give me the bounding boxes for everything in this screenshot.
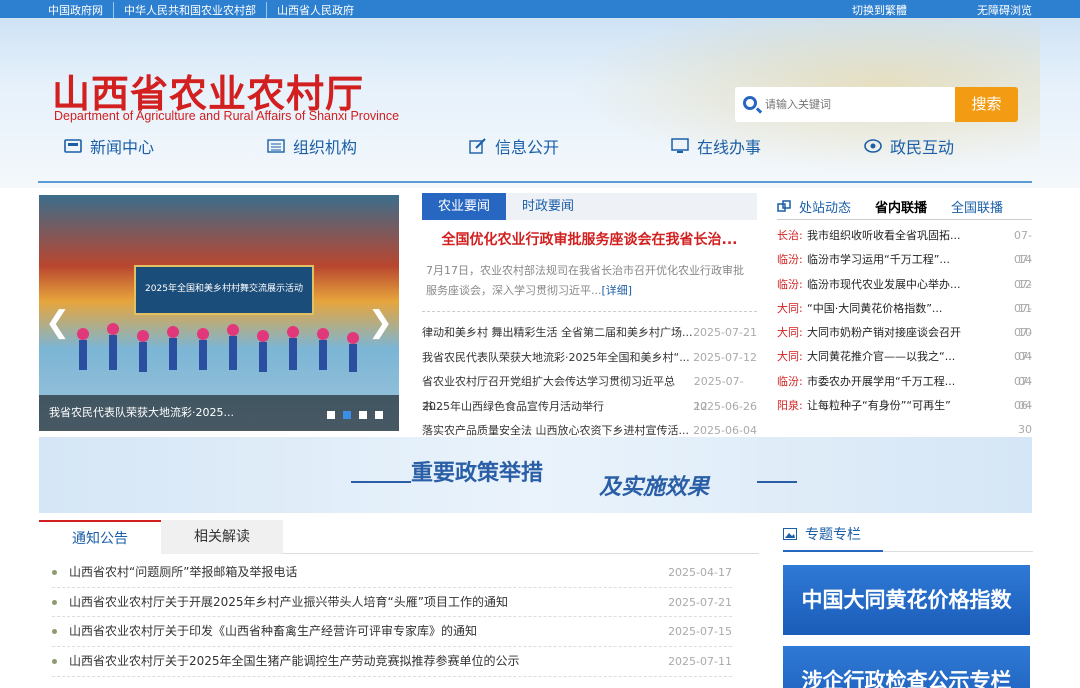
admin-inspection-card[interactable]: 涉企行政检查公示专栏	[783, 646, 1030, 688]
nav-organization[interactable]: 组织机构	[267, 134, 357, 158]
bullet-icon	[52, 629, 57, 635]
link-gov-cn[interactable]: 中国政府网	[48, 2, 113, 18]
regional-news-item[interactable]: 长治: 我市组织收听收看全省巩固拓... 07-14	[777, 224, 1032, 266]
slide-photo	[77, 323, 359, 372]
edit-icon	[469, 138, 486, 154]
search-icon	[743, 96, 757, 110]
policy-title-part2: 及实施效果	[599, 474, 710, 500]
nav-online-service[interactable]: 在线办事	[671, 134, 761, 158]
tab-national-broadcast[interactable]: 全国联播	[951, 197, 1003, 216]
banner-line-right	[757, 481, 797, 483]
monitor-icon	[671, 138, 689, 153]
bullet-icon	[52, 570, 57, 575]
carousel-dots	[327, 411, 383, 419]
carousel-dot[interactable]	[327, 411, 335, 419]
search-box	[735, 87, 955, 122]
image-carousel[interactable]: 2025年全国和美乡村村舞交流展示活动 ❮ ❯ 我省农民代表队荣获大地流彩·20…	[39, 195, 399, 431]
policy-banner[interactable]: 重要政策举措 及实施效果	[39, 437, 1032, 513]
notice-item[interactable]: 山西省农村“问题厕所”举报邮箱及举报电话 2025-04-17	[52, 558, 732, 588]
regional-news-item[interactable]: 临汾: 市委农办开展学用“千万工程... 07-04	[777, 370, 1032, 412]
regional-news-item[interactable]: 临汾: 临汾市现代农业发展中心举办... 07-11	[777, 273, 1032, 315]
link-icon	[777, 200, 791, 212]
headline-summary: 7月17日，农业农村部法规司在我省长治市召开优化农业行政审批服务座谈会，深入学习…	[422, 261, 757, 312]
nav-interaction[interactable]: 政民互动	[864, 134, 954, 158]
main-nav: 新闻中心 组织机构 信息公开 在线办事 政民互动	[38, 131, 1032, 183]
tab-politics-news[interactable]: 时政要闻	[506, 193, 590, 220]
regional-news-item[interactable]: 临汾: 临汾市学习运用“千万工程”... 07-12	[777, 248, 1032, 290]
huanghua-price-index-card[interactable]: 中国大同黄花价格指数	[783, 565, 1030, 635]
search-input[interactable]	[765, 94, 945, 114]
news-panel: 农业要闻 时政要闻 全国优化农业行政审批服务座谈会在我省长治... 7月17日，…	[422, 193, 757, 437]
news-item[interactable]: 省农业农村厅召开党组扩大会传达学习贯彻习近平总书... 2025-07-12	[422, 370, 757, 413]
news-item[interactable]: 律动和美乡村 舞出精彩生活 全省第二届和美乡村广场... 2025-07-21	[422, 321, 757, 346]
carousel-dot-active[interactable]	[343, 411, 351, 419]
tab-agri-news[interactable]: 农业要闻	[422, 193, 506, 220]
tab-province-broadcast[interactable]: 省内联播	[875, 197, 927, 216]
list-icon	[267, 139, 285, 153]
nav-news-center[interactable]: 新闻中心	[64, 134, 154, 158]
nav-info-disclosure[interactable]: 信息公开	[469, 134, 559, 158]
link-shanxi-gov[interactable]: 山西省人民政府	[266, 2, 364, 18]
policy-title-part1: 重要政策举措	[411, 460, 544, 486]
search-button[interactable]: 搜索	[955, 87, 1018, 122]
notice-item[interactable]: 山西省农业农村厅关于印发《山西省种畜禽生产经营许可评审专家库》的通知 2025-0…	[52, 617, 732, 648]
notice-item[interactable]: 山西省农业农村厅关于2025年全国生猪产能调控生产劳动竞赛拟推荐参赛单位的公示 2…	[52, 647, 732, 677]
traditional-chinese-link[interactable]: 切换到繁體	[852, 2, 907, 18]
notice-item[interactable]: 山西省农业农村厅关于开展2025年乡村产业振兴带头人培育“头雁”项目工作的通知 2…	[52, 588, 732, 618]
special-column-header: 专题专栏	[783, 520, 1033, 552]
notice-tabs: 通知公告 相关解读	[39, 520, 759, 554]
regional-news-panel: 处站动态 省内联播 全国联播 长治: 我市组织收听收看全省巩固拓... 07-14 …	[777, 193, 1032, 436]
news-item[interactable]: 2025年山西绿色食品宣传月活动举行 2025-06-26	[422, 395, 757, 420]
bullet-icon	[52, 599, 57, 605]
carousel-dot[interactable]	[359, 411, 367, 419]
tab-notices[interactable]: 通知公告	[39, 520, 161, 554]
banner-line-left	[351, 481, 411, 483]
detail-link[interactable]: [详细]	[602, 284, 633, 297]
link-moa[interactable]: 中华人民共和国农业农村部	[113, 2, 266, 18]
regional-news-item[interactable]: 大同: “中国·大同黄花价格指数”... 07-10	[777, 297, 1032, 339]
chat-icon	[864, 139, 882, 153]
slide-banner: 2025年全国和美乡村村舞交流展示活动	[134, 265, 314, 315]
accessibility-link[interactable]: 无障碍浏览	[977, 2, 1032, 18]
news-icon	[64, 139, 82, 153]
carousel-prev-arrow[interactable]: ❮	[45, 305, 70, 340]
top-bar: 中国政府网 中华人民共和国农业农村部 山西省人民政府 切换到繁體 无障碍浏览	[0, 0, 1080, 18]
carousel-next-arrow[interactable]: ❯	[368, 305, 393, 340]
regional-news-item[interactable]: 大同: 大同黄花推介官——以我之“... 07-04	[777, 345, 1032, 387]
tab-interpretation[interactable]: 相关解读	[161, 520, 283, 554]
image-icon	[783, 528, 797, 540]
news-item[interactable]: 我省农民代表队荣获大地流彩·2025年全国和美乡村“... 2025-07-12	[422, 346, 757, 371]
bullet-icon	[52, 659, 57, 665]
site-logo-en: Department of Agriculture and Rural Affa…	[54, 109, 400, 123]
carousel-dot[interactable]	[375, 411, 383, 419]
regional-news-item[interactable]: 大同: 大同市奶粉产销对接座谈会召开 07-04	[777, 321, 1032, 363]
tab-station-news[interactable]: 处站动态	[799, 197, 851, 216]
regional-news-item[interactable]: 阳泉: 让每粒种子“有身份”“可再生” 06-30	[777, 394, 1032, 436]
headline-link[interactable]: 全国优化农业行政审批服务座谈会在我省长治...	[422, 229, 757, 249]
notice-list: 山西省农村“问题厕所”举报邮箱及举报电话 2025-04-17 山西省农业农村厅关…	[52, 558, 732, 677]
